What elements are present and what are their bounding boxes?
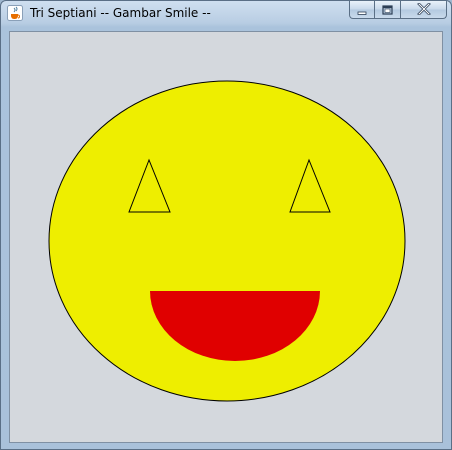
window-title: Tri Septiani -- Gambar Smile -- bbox=[30, 6, 211, 20]
java-cup-icon[interactable] bbox=[7, 5, 23, 21]
minimize-icon bbox=[357, 1, 367, 19]
app-window: Tri Septiani -- Gambar Smile -- bbox=[0, 0, 452, 450]
drawing-panel bbox=[9, 31, 443, 443]
maximize-button[interactable] bbox=[375, 1, 401, 19]
title-bar[interactable]: Tri Septiani -- Gambar Smile -- bbox=[1, 1, 451, 27]
close-button[interactable] bbox=[401, 1, 447, 19]
minimize-button[interactable] bbox=[349, 1, 375, 19]
close-icon bbox=[416, 1, 431, 19]
maximize-icon bbox=[382, 1, 393, 19]
smile-canvas bbox=[10, 32, 442, 442]
caption-buttons bbox=[349, 1, 447, 19]
